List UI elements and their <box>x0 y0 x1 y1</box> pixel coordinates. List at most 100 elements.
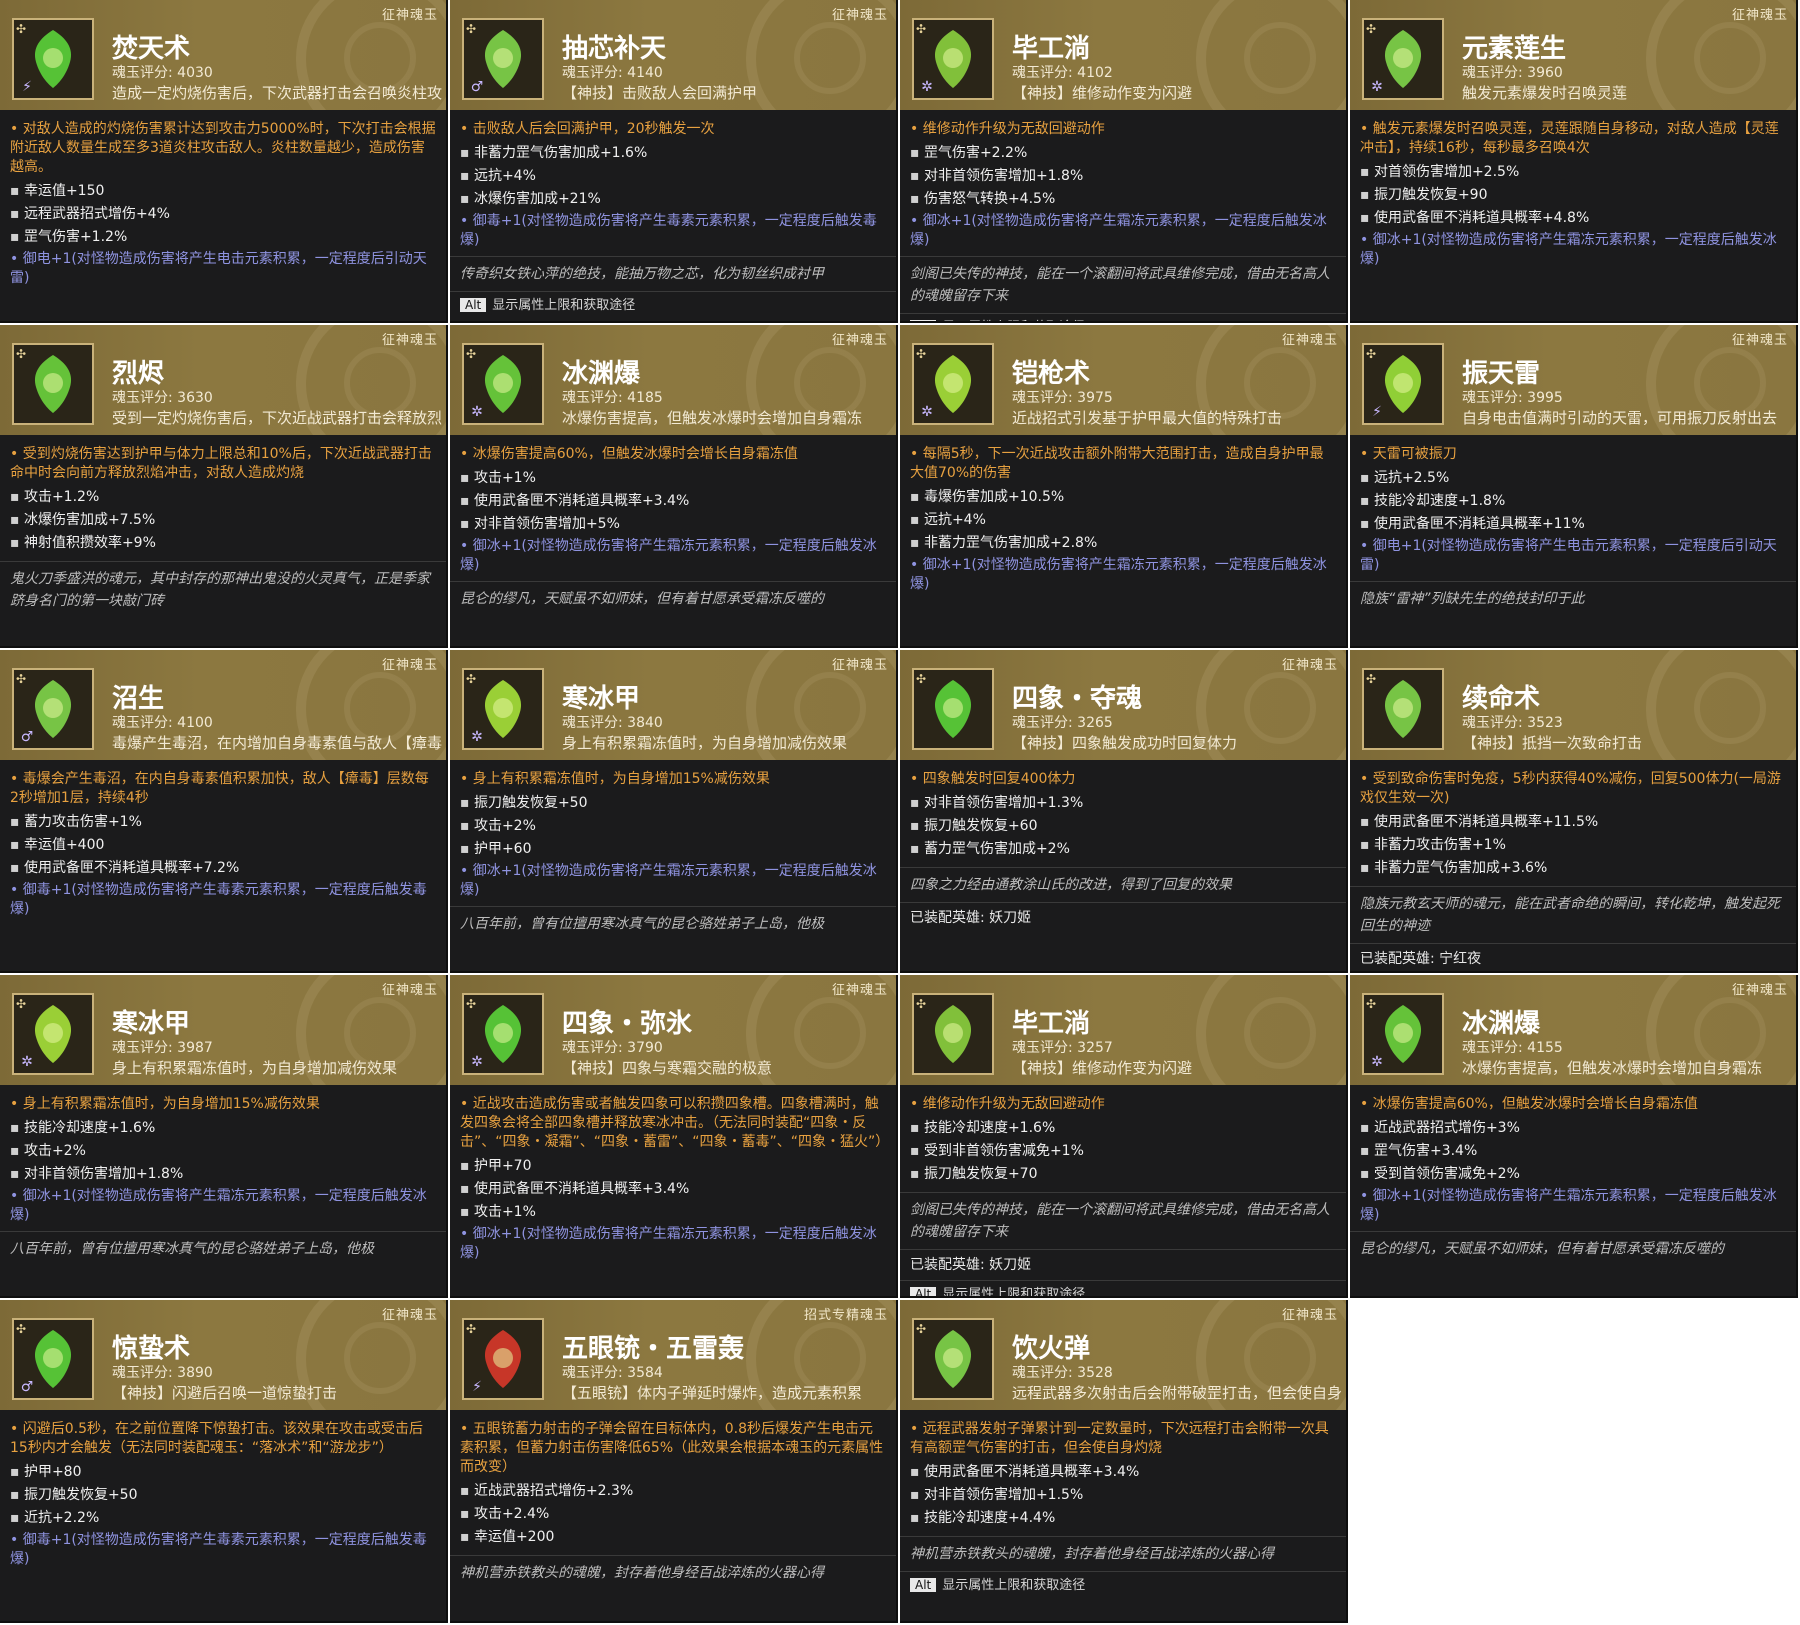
details-hint[interactable]: Alt 显示属性上限和获取途径 <box>900 1571 1346 1595</box>
corner-star-icon: ✣ <box>916 1322 927 1336</box>
jade-skill-summary: 身上有积累霜冻值时，为自身增加减伤效果 <box>562 734 848 752</box>
jade-type-tag: 招式专精魂玉 <box>803 1308 888 1323</box>
stat-line: 远抗+4% <box>910 509 1336 532</box>
jade-name: 毕工淌 <box>1012 34 1091 64</box>
jade-skill-summary: 【神技】四象触发成功时回复体力 <box>1012 734 1238 752</box>
stat-line: 使用武备匣不消耗道具概率+4.8% <box>1360 207 1786 230</box>
jade-skill-summary: 【神技】抵挡一次致命打击 <box>1462 734 1643 752</box>
details-hint[interactable]: Alt 显示属性上限和获取途径 <box>900 1280 1346 1298</box>
effect-text: • 闪避后0.5秒，在之前位置降下惊蛰打击。该效果在攻击或受击后15秒内才会触发… <box>10 1421 423 1456</box>
soul-jade-card[interactable]: ✣ ⚡ 征神魂玉 振天雷 魂玉评分: 3995 自身电击值满时引动的天雷，可用振刀反射出去… <box>1350 325 1798 648</box>
element-badge-icon: ✲ <box>921 404 933 420</box>
jade-type-tag: 征神魂玉 <box>1281 658 1338 673</box>
card-body: • 远程武器发射子弹累计到一定数量时，下次远程打击会附带一次具有高额罡气伤害的打… <box>900 1412 1346 1621</box>
stat-line: 使用武备匣不消耗道具概率+7.2% <box>10 857 436 880</box>
card-header: ✣ ♂ 征神魂玉 惊蛰术 魂玉评分: 3890 【神技】闪避后召唤一道惊蛰打击 <box>0 1300 446 1410</box>
soul-jade-card[interactable]: ✣ ⚡ 招式专精魂玉 五眼铳・五雷轰 魂玉评分: 3584 【五眼铳】体内子弹延时爆炸，造… <box>450 1300 898 1623</box>
card-body: • 对敌人造成的灼烧伤害累计达到攻击力5000%时，下次打击会根据附近敌人数量生… <box>0 112 446 321</box>
stat-line: 护甲+60 <box>460 838 886 861</box>
details-hint[interactable]: Alt 显示属性上限和获取途径 <box>900 313 1346 321</box>
soul-jade-icon: ✣ ✲ <box>462 343 544 425</box>
stat-line: 技能冷却速度+1.8% <box>1360 490 1786 513</box>
soul-jade-card[interactable]: ✣ 毕工淌 魂玉评分: 3257 【神技】维修动作变为闪避 • 维修动作升级为无敌回避动… <box>900 975 1348 1298</box>
stat-line: 冰爆伤害加成+7.5% <box>10 509 436 532</box>
jade-skill-summary: 【五眼铳】体内子弹延时爆炸，造成元素积累 <box>562 1384 863 1402</box>
element-text: • 御冰+1(对怪物造成伤害将产生霜冻元素积累，一定程度后触发冰爆) <box>910 557 1327 592</box>
soul-jade-card[interactable]: ✣ 续命术 魂玉评分: 3523 【神技】抵挡一次致命打击 • 受到致命伤害时免疫，5秒… <box>1350 650 1798 973</box>
soul-jade-card[interactable]: ✣ 征神魂玉 烈烬 魂玉评分: 3630 受到一定灼烧伤害后，下次近战武器打击会释放烈焰… <box>0 325 448 648</box>
jade-skill-summary: 冰爆伤害提高，但触发冰爆时会增加自身霜冻 <box>1462 1059 1763 1077</box>
details-hint[interactable]: Alt 显示属性上限和获取途径 <box>450 291 896 315</box>
jade-name: 焚天术 <box>112 34 191 64</box>
soul-jade-card[interactable]: ✣ ✲ 征神魂玉 寒冰甲 魂玉评分: 3840 身上有积累霜冻值时，为自身增加减伤效果 • … <box>450 650 898 973</box>
card-body: • 四象触发时回复400体力对非首领伤害增加+1.3%振刀触发恢复+60蓄力罡气… <box>900 762 1346 971</box>
stat-line: 振刀触发恢复+50 <box>460 792 886 815</box>
effect-text: • 五眼铳蓄力射击的子弹会留在目标体内，0.8秒后爆发产生电击元素积累，但蓄力射… <box>460 1421 884 1475</box>
alt-key: Alt <box>910 1578 937 1592</box>
element-text: • 御毒+1(对怪物造成伤害将产生毒素元素积累，一定程度后触发毒爆) <box>460 213 877 248</box>
element-text: • 御冰+1(对怪物造成伤害将产生霜冻元素积累，一定程度后触发冰爆) <box>460 538 877 573</box>
details-hint-label: 显示属性上限和获取途径 <box>942 1287 1086 1298</box>
jade-score: 魂玉评分: 4140 <box>562 65 663 81</box>
effect-text: • 近战攻击造成伤害或者触发四象可以积攒四象槽。四象槽满时，触发四象会将全部四象… <box>460 1096 890 1150</box>
jade-type-tag: 征神魂玉 <box>381 658 438 673</box>
stat-line: 远抗+2.5% <box>1360 467 1786 490</box>
card-header: ✣ ✲ 征神魂玉 寒冰甲 魂玉评分: 3840 身上有积累霜冻值时，为自身增加减伤效果 <box>450 650 896 760</box>
jade-type-tag: 征神魂玉 <box>381 1308 438 1323</box>
soul-jade-card[interactable]: ✣ ⚡ 征神魂玉 焚天术 魂玉评分: 4030 造成一定灼烧伤害后，下次武器打击会召唤炎柱… <box>0 0 448 323</box>
element-badge-icon: ✲ <box>471 1054 483 1070</box>
flavor-text: 神机营赤铁教头的魂魄，封存着他身经百战淬炼的火器心得 <box>900 1536 1346 1571</box>
jade-score: 魂玉评分: 4030 <box>112 65 213 81</box>
card-body: • 闪避后0.5秒，在之前位置降下惊蛰打击。该效果在攻击或受击后15秒内才会触发… <box>0 1412 446 1621</box>
flavor-text: 剑阁已失传的神技，能在一个滚翻间将武具维修完成，借由无名高人的魂魄留存下来 <box>900 1192 1346 1249</box>
soul-jade-icon: ✣ ♂ <box>462 18 544 100</box>
element-text: • 御电+1(对怪物造成伤害将产生电击元素积累，一定程度后引动天雷) <box>10 251 427 286</box>
soul-jade-card[interactable]: ✣ ♂ 征神魂玉 惊蛰术 魂玉评分: 3890 【神技】闪避后召唤一道惊蛰打击 • 闪避后0… <box>0 1300 448 1623</box>
soul-jade-card[interactable]: ✣ ✲ 征神魂玉 元素莲生 魂玉评分: 3960 触发元素爆发时召唤灵莲 • 触发元素爆发时… <box>1350 0 1798 323</box>
soul-jade-icon: ✣ <box>912 1318 994 1400</box>
stat-line: 对非首领伤害增加+1.8% <box>910 165 1336 188</box>
jade-skill-summary: 【神技】维修动作变为闪避 <box>1012 1059 1193 1077</box>
soul-jade-card[interactable]: ✣ ✲ 征神魂玉 寒冰甲 魂玉评分: 3987 身上有积累霜冻值时，为自身增加减伤效果 • … <box>0 975 448 1298</box>
stat-line: 远抗+4% <box>460 165 886 188</box>
jade-name: 饮火弹 <box>1012 1334 1091 1364</box>
soul-jade-card[interactable]: ✣ ♂ 征神魂玉 沼生 魂玉评分: 4100 毒爆产生毒沼，在内增加自身毒素值与敌人【瘴毒… <box>0 650 448 973</box>
jade-name: 冰渊爆 <box>1462 1009 1541 1039</box>
jade-score: 魂玉评分: 3840 <box>562 715 663 731</box>
element-text: • 御冰+1(对怪物造成伤害将产生霜冻元素积累，一定程度后触发冰爆) <box>460 1226 877 1261</box>
corner-star-icon: ✣ <box>916 997 927 1011</box>
soul-jade-card[interactable]: ✣ ✲ 征神魂玉 铠枪术 魂玉评分: 3975 近战招式引发基于护甲最大值的特殊打击 • 每… <box>900 325 1348 648</box>
stat-line: 技能冷却速度+4.4% <box>910 1507 1336 1530</box>
jade-name: 铠枪术 <box>1012 359 1091 389</box>
corner-star-icon: ✣ <box>466 672 477 686</box>
soul-jade-card[interactable]: ✣ ✲ 毕工淌 魂玉评分: 4102 【神技】维修动作变为闪避 • 维修动作升级为无敌回避… <box>900 0 1348 323</box>
soul-jade-card[interactable]: ✣ ✲ 征神魂玉 四象・弥氷 魂玉评分: 3790 【神技】四象与寒霜交融的极意 • 近战攻… <box>450 975 898 1298</box>
soul-jade-icon: ✣ ✲ <box>912 343 994 425</box>
effect-text: • 冰爆伤害提高60%，但触发冰爆时会增长自身霜冻值 <box>460 446 798 462</box>
card-header: ✣ ✲ 征神魂玉 元素莲生 魂玉评分: 3960 触发元素爆发时召唤灵莲 <box>1350 0 1796 110</box>
effect-text: • 对敌人造成的灼烧伤害累计达到攻击力5000%时，下次打击会根据附近敌人数量生… <box>10 121 436 175</box>
jade-skill-summary: 【神技】四象与寒霜交融的极意 <box>562 1059 773 1077</box>
stat-line: 罡气伤害+1.2% <box>10 226 436 249</box>
soul-jade-icon: ✣ ✲ <box>462 668 544 750</box>
flavor-text: 剑阁已失传的神技，能在一个滚翻间将武具维修完成，借由无名高人的魂魄留存下来 <box>900 256 1346 313</box>
flavor-text: 四象之力经由通教涂山氏的改进，得到了回复的效果 <box>900 867 1346 902</box>
effect-text: • 身上有积累霜冻值时，为自身增加15%减伤效果 <box>10 1096 320 1112</box>
soul-jade-card[interactable]: ✣ ♂ 征神魂玉 抽芯补天 魂玉评分: 4140 【神技】击败敌人会回满护甲 • 击败敌人后… <box>450 0 898 323</box>
jade-type-tag: 征神魂玉 <box>831 8 888 23</box>
soul-jade-card[interactable]: ✣ ✲ 征神魂玉 冰渊爆 魂玉评分: 4185 冰爆伤害提高，但触发冰爆时会增加自身霜冻 •… <box>450 325 898 648</box>
soul-jade-card[interactable]: ✣ 征神魂玉 四象・夺魂 魂玉评分: 3265 【神技】四象触发成功时回复体力 • 四象触… <box>900 650 1348 973</box>
stat-line: 幸运值+200 <box>460 1526 886 1549</box>
jade-skill-summary: 受到一定灼烧伤害后，下次近战武器打击会释放烈焰 <box>112 409 442 427</box>
jade-name: 沼生 <box>112 684 165 714</box>
element-text: • 御冰+1(对怪物造成伤害将产生霜冻元素积累，一定程度后触发冰爆) <box>1360 232 1777 267</box>
stat-line: 攻击+2% <box>10 1140 436 1163</box>
soul-jade-card[interactable]: ✣ ✲ 征神魂玉 冰渊爆 魂玉评分: 4155 冰爆伤害提高，但触发冰爆时会增加自身霜冻 •… <box>1350 975 1798 1298</box>
corner-star-icon: ✣ <box>466 22 477 36</box>
jade-type-tag: 征神魂玉 <box>1731 983 1788 998</box>
stat-line: 使用武备匣不消耗道具概率+3.4% <box>910 1461 1336 1484</box>
soul-jade-card[interactable]: ✣ 征神魂玉 饮火弹 魂玉评分: 3528 远程武器多次射击后会附带破罡打击，但会使自身… <box>900 1300 1348 1623</box>
stat-line: 技能冷却速度+1.6% <box>10 1117 436 1140</box>
jade-score: 魂玉评分: 4185 <box>562 390 663 406</box>
element-badge-icon: ⚡ <box>1372 404 1382 420</box>
